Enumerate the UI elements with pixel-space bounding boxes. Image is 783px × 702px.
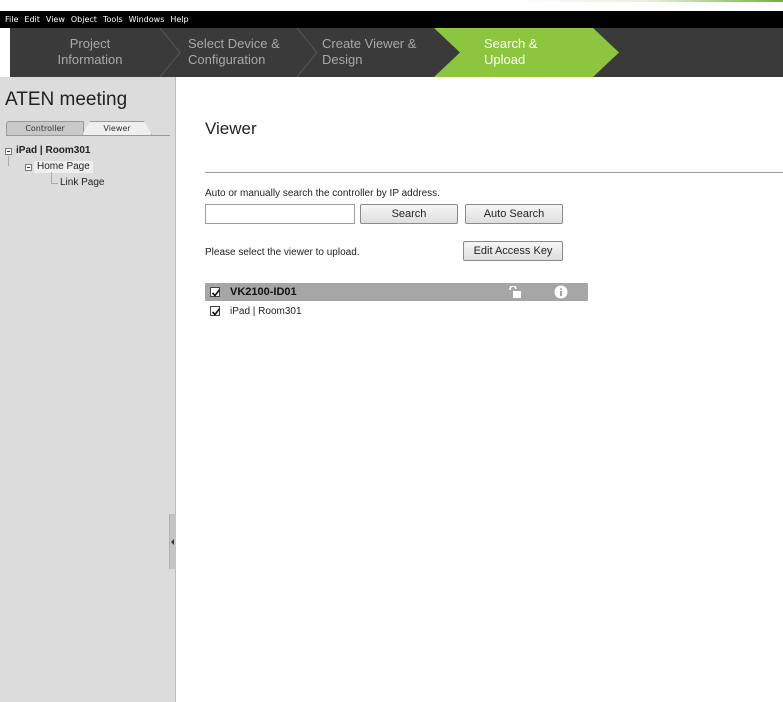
step-project-information[interactable]: Project Information bbox=[10, 28, 170, 77]
top-accent-bar bbox=[515, 0, 783, 2]
sidebar-tabs: Controller Viewer bbox=[6, 121, 171, 135]
viewer-row[interactable]: iPad | Room301 bbox=[205, 305, 505, 319]
menu-bar: File Edit View Object Tools Windows Help bbox=[0, 11, 783, 28]
step-label: Information bbox=[57, 52, 123, 67]
tree-item-link-page[interactable]: Link Page bbox=[60, 177, 104, 189]
step-label: Select Device & bbox=[188, 36, 280, 51]
main-panel: Viewer Auto or manually search the contr… bbox=[177, 77, 783, 702]
unlock-icon[interactable] bbox=[508, 286, 522, 299]
checkmark-icon bbox=[211, 308, 221, 316]
tree-connector bbox=[8, 156, 9, 166]
step-label: Design bbox=[322, 52, 363, 67]
info-icon[interactable] bbox=[554, 285, 568, 299]
viewer-name: iPad | Room301 bbox=[230, 306, 302, 317]
edit-access-key-button[interactable]: Edit Access Key bbox=[463, 241, 563, 261]
tree-item-root[interactable]: iPad | Room301 bbox=[16, 145, 91, 157]
app-window: File Edit View Object Tools Windows Help… bbox=[0, 0, 783, 702]
collapse-icon[interactable] bbox=[5, 148, 12, 155]
device-name: VK2100-ID01 bbox=[230, 286, 297, 298]
step-label: Search & bbox=[484, 36, 538, 51]
ip-address-input[interactable] bbox=[205, 204, 355, 224]
tree-connector bbox=[51, 183, 58, 184]
search-instructions: Auto or manually search the controller b… bbox=[205, 188, 440, 199]
collapse-icon[interactable] bbox=[25, 164, 32, 171]
title-divider bbox=[205, 172, 783, 173]
sidebar-title: ATEN meeting bbox=[5, 89, 128, 110]
search-button[interactable]: Search bbox=[360, 204, 458, 224]
tab-viewer[interactable]: Viewer bbox=[82, 121, 152, 135]
menu-help[interactable]: Help bbox=[167, 11, 191, 28]
menu-view[interactable]: View bbox=[43, 11, 68, 28]
menu-tools[interactable]: Tools bbox=[100, 11, 126, 28]
step-create-viewer[interactable]: Create Viewer & Design bbox=[322, 28, 442, 77]
sidebar-collapse-handle[interactable] bbox=[169, 514, 176, 569]
step-label: Project bbox=[69, 36, 111, 51]
tree-item-home-page[interactable]: Home Page bbox=[34, 161, 93, 173]
tab-controller[interactable]: Controller bbox=[6, 121, 84, 135]
tab-divider bbox=[6, 135, 170, 136]
menu-object[interactable]: Object bbox=[68, 11, 100, 28]
auto-search-button[interactable]: Auto Search bbox=[465, 204, 563, 224]
viewer-checkbox[interactable] bbox=[210, 306, 221, 316]
step-label: Upload bbox=[484, 52, 526, 67]
select-viewer-text: Please select the viewer to upload. bbox=[205, 247, 360, 258]
step-label: Configuration bbox=[188, 52, 266, 67]
project-sidebar: ATEN meeting Controller Viewer iPad | Ro… bbox=[0, 77, 176, 702]
menu-edit[interactable]: Edit bbox=[21, 11, 43, 28]
checkmark-icon bbox=[211, 289, 221, 297]
step-label: Create Viewer & bbox=[322, 36, 417, 51]
device-row[interactable]: VK2100-ID01 bbox=[205, 283, 588, 301]
step-select-device[interactable]: Select Device & Configuration bbox=[188, 28, 308, 77]
wizard-step-bar: Project Information Select Device & Conf… bbox=[10, 28, 783, 77]
step-search-upload[interactable]: Search & Upload bbox=[484, 28, 584, 77]
page-title: Viewer bbox=[205, 119, 257, 138]
tree-connector bbox=[51, 172, 52, 183]
menu-windows[interactable]: Windows bbox=[126, 11, 168, 28]
menu-file[interactable]: File bbox=[0, 11, 21, 28]
device-checkbox[interactable] bbox=[210, 287, 221, 297]
